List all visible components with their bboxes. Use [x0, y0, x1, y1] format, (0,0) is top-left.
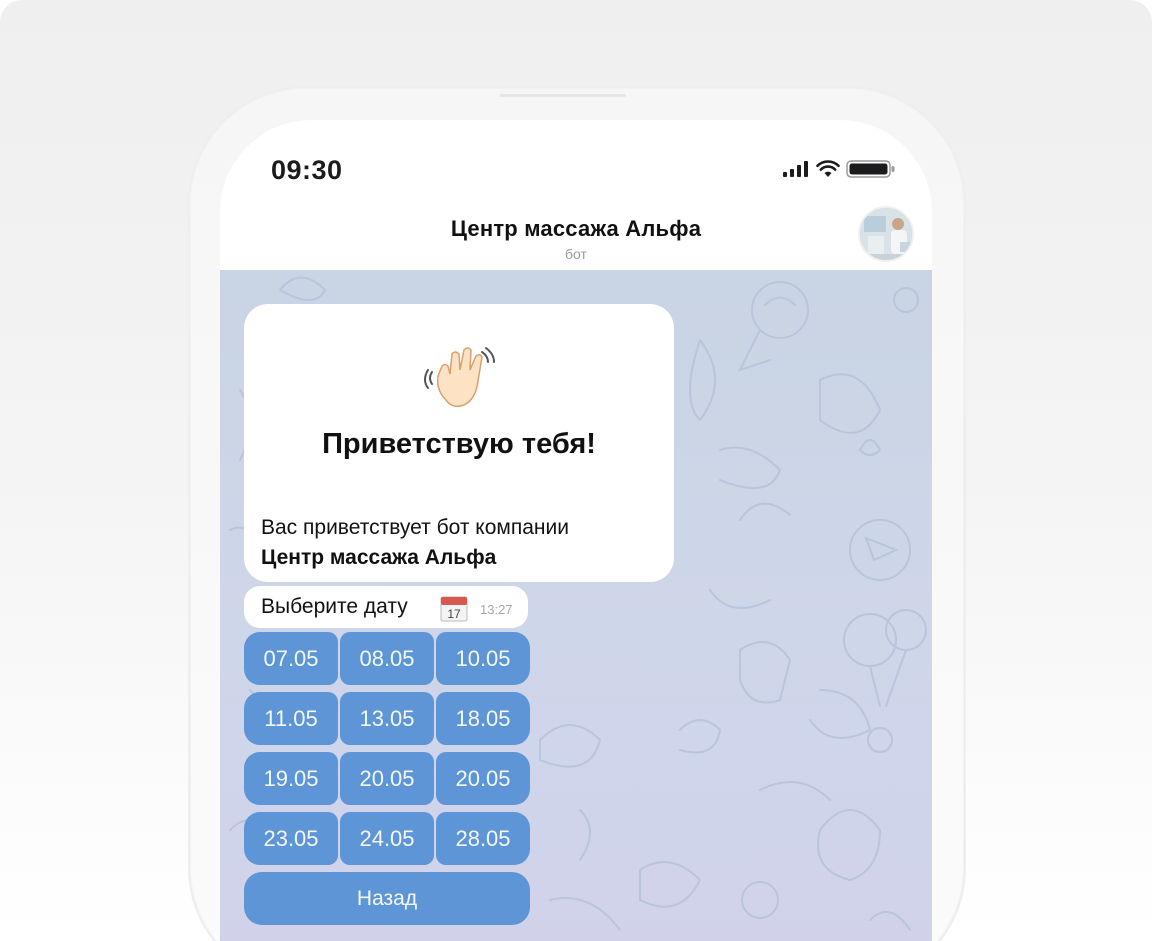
phone-speaker [500, 94, 626, 97]
date-button[interactable]: 10.05 [436, 632, 530, 685]
keyboard-row: 11.05 13.05 18.05 [244, 692, 530, 745]
status-icons [782, 158, 896, 180]
date-button[interactable]: 23.05 [244, 812, 338, 865]
company-name: Центр массажа Альфа [261, 546, 497, 569]
date-button[interactable]: 20.05 [436, 752, 530, 805]
status-time: 09:30 [271, 155, 343, 185]
select-date-text: Выберите дату [261, 595, 408, 618]
chat-area[interactable]: Приветствую тебя! Вас приветствует бот к… [220, 270, 932, 941]
select-date-message: Выберите дату 17 13:27 [244, 586, 528, 628]
status-bar: 09:30 [220, 120, 932, 210]
date-button[interactable]: 13.05 [340, 692, 434, 745]
date-button[interactable]: 11.05 [244, 692, 338, 745]
calendar-day: 17 [447, 607, 461, 621]
back-button[interactable]: Назад [244, 872, 530, 925]
message-time: 13:27 [480, 602, 513, 617]
welcome-message: Приветствую тебя! Вас приветствует бот к… [244, 304, 674, 582]
chat-title[interactable]: Центр массажа Альфа [220, 216, 932, 242]
keyboard-row: 07.05 08.05 10.05 [244, 632, 530, 685]
keyboard-row: 23.05 24.05 28.05 [244, 812, 530, 865]
chat-subtitle: бот [565, 246, 587, 262]
signal-icon [783, 161, 808, 177]
keyboard-row: 19.05 20.05 20.05 [244, 752, 530, 805]
date-button[interactable]: 28.05 [436, 812, 530, 865]
wifi-icon [816, 160, 840, 177]
date-button[interactable]: 07.05 [244, 632, 338, 685]
welcome-text: Вас приветствует бот компании [261, 516, 569, 539]
battery-icon [846, 160, 895, 178]
date-button[interactable]: 20.05 [340, 752, 434, 805]
date-button[interactable]: 18.05 [436, 692, 530, 745]
phone-screen: 09:30 Центр массажа Альфа бот Приветству… [220, 120, 932, 941]
greeting-heading: Приветствую тебя! [322, 428, 596, 460]
waving-hand-icon [424, 347, 495, 407]
showcase-card: 09:30 Центр массажа Альфа бот Приветству… [0, 0, 1152, 941]
date-button[interactable]: 19.05 [244, 752, 338, 805]
chat-header: Центр массажа Альфа бот [220, 206, 932, 270]
date-button[interactable]: 24.05 [340, 812, 434, 865]
date-button[interactable]: 08.05 [340, 632, 434, 685]
bot-avatar[interactable] [858, 206, 914, 262]
calendar-icon: 17 [440, 596, 468, 622]
